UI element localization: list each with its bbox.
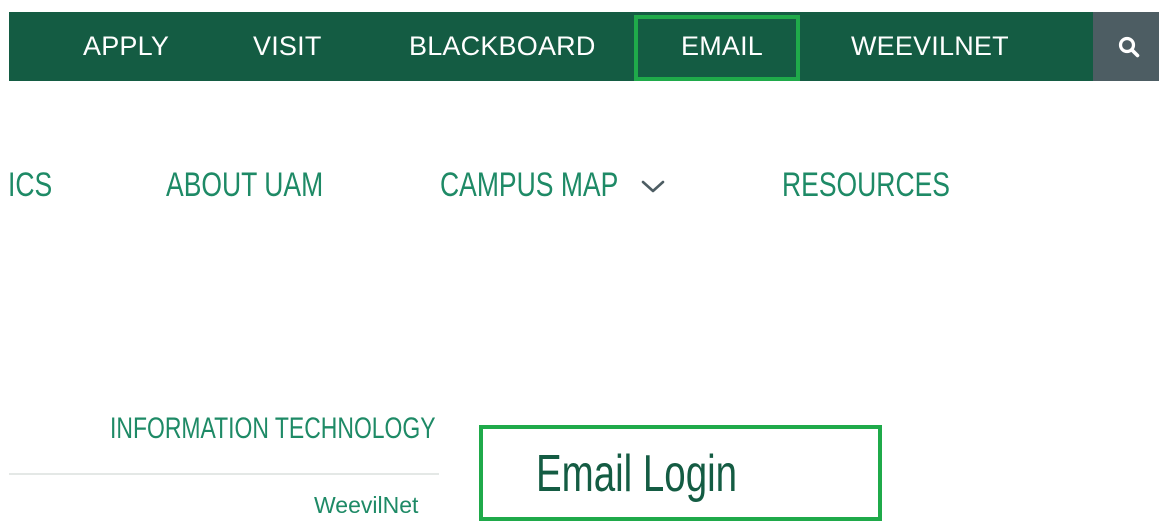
chevron-down-icon[interactable] xyxy=(641,180,665,194)
main-nav-about-uam-link[interactable]: ABOUT UAM xyxy=(166,162,323,208)
top-nav-email-link[interactable]: EMAIL xyxy=(681,12,763,81)
sidebar-link-weevilnet[interactable]: WeevilNet xyxy=(314,490,418,520)
main-nav-campus-map-link[interactable]: CAMPUS MAP xyxy=(440,162,618,208)
sidebar-divider xyxy=(9,473,439,475)
page-title: Email Login xyxy=(536,445,738,503)
top-nav-blackboard-link[interactable]: BLACKBOARD xyxy=(409,12,596,81)
main-nav-resources-link[interactable]: RESOURCES xyxy=(782,162,950,208)
top-nav-weevilnet-link[interactable]: WEEVILNET xyxy=(851,12,1009,81)
top-nav-visit-link[interactable]: VISIT xyxy=(253,12,322,81)
top-utility-bar: APPLY VISIT BLACKBOARD EMAIL WEEVILNET xyxy=(9,12,1093,81)
sidebar-heading-information-technology[interactable]: INFORMATION TECHNOLOGY xyxy=(110,407,436,451)
top-nav-apply-link[interactable]: APPLY xyxy=(83,12,169,81)
search-icon xyxy=(1118,36,1140,58)
main-nav-ics-link[interactable]: ICS xyxy=(8,162,52,208)
search-button[interactable] xyxy=(1093,12,1159,81)
